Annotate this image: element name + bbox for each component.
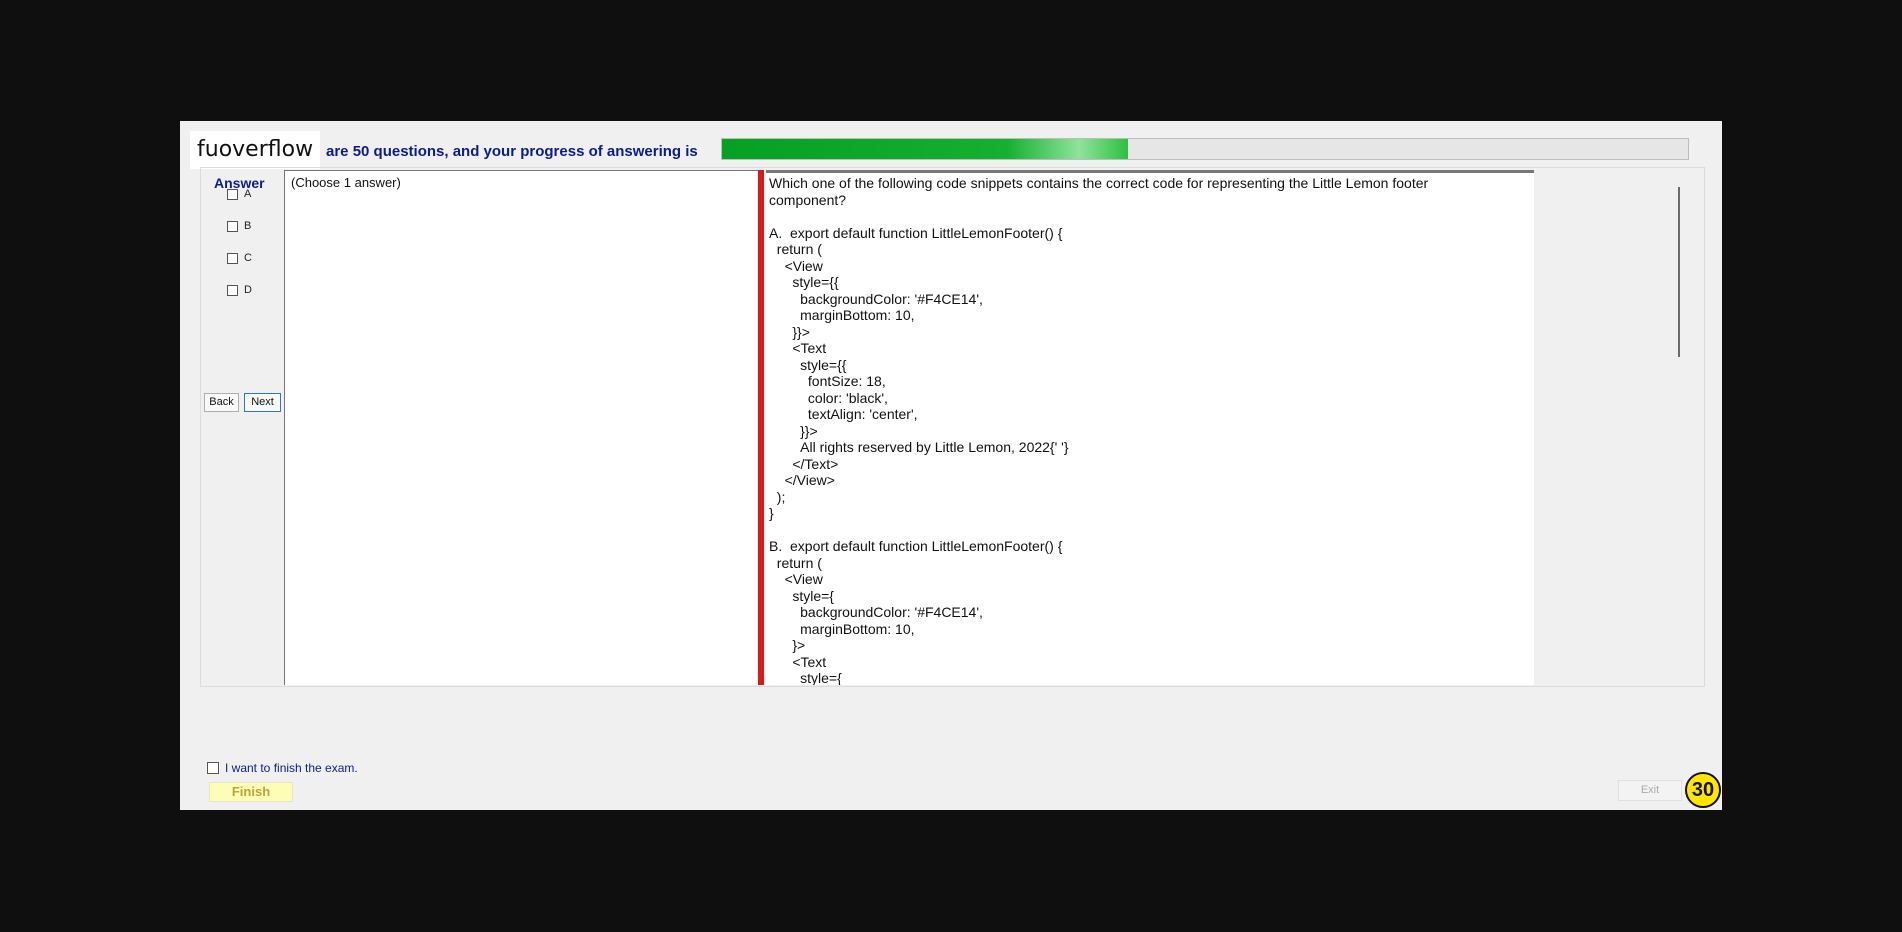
scrollbar-track[interactable]: [1534, 170, 1681, 685]
back-button[interactable]: Back: [204, 393, 239, 412]
progress-label: are 50 questions, and your progress of a…: [326, 143, 698, 160]
option-a[interactable]: A: [227, 187, 251, 201]
scrollbar-thumb[interactable]: [1678, 187, 1680, 357]
choose-instruction: (Choose 1 answer): [291, 175, 401, 190]
timer-badge: 30: [1685, 772, 1721, 808]
progress-fill: [722, 139, 1128, 159]
option-c-checkbox[interactable]: [227, 252, 238, 264]
option-d-label: D: [244, 284, 252, 296]
option-a-label: A: [244, 188, 252, 200]
option-d[interactable]: D: [227, 283, 252, 297]
exam-window: fuoverflow are 50 questions, and your pr…: [180, 121, 1722, 810]
finish-confirm-checkbox[interactable]: [207, 762, 219, 774]
choose-panel: (Choose 1 answer): [284, 170, 758, 685]
panel-divider[interactable]: [758, 170, 764, 685]
option-c-label: C: [244, 252, 252, 264]
finish-confirm-label: I want to finish the exam.: [225, 761, 358, 775]
next-button[interactable]: Next: [244, 393, 281, 412]
option-b[interactable]: B: [227, 219, 251, 233]
option-b-checkbox[interactable]: [227, 220, 238, 232]
exit-button[interactable]: Exit: [1618, 780, 1682, 801]
question-panel[interactable]: Which one of the following code snippets…: [766, 170, 1534, 685]
option-b-label: B: [244, 220, 252, 232]
option-c[interactable]: C: [227, 251, 252, 265]
option-d-checkbox[interactable]: [227, 284, 238, 296]
finish-confirm[interactable]: I want to finish the exam.: [207, 761, 358, 775]
logo-text: fuoverflow: [197, 137, 314, 162]
progress-bar: [721, 138, 1689, 160]
option-a-checkbox[interactable]: [227, 188, 238, 200]
question-text: Which one of the following code snippets…: [769, 175, 1429, 685]
finish-button[interactable]: Finish: [209, 782, 293, 802]
logo: fuoverflow: [190, 131, 320, 169]
